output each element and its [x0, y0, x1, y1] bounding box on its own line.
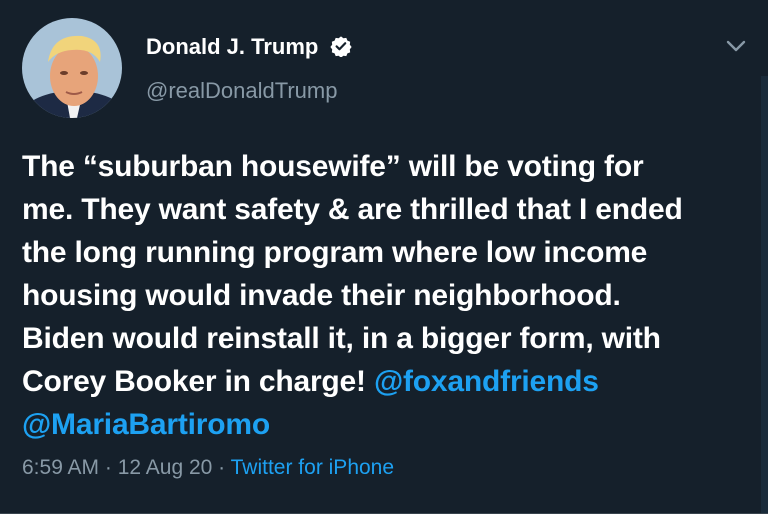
avatar-image — [22, 18, 122, 118]
tweet-line: the long running program where low incom… — [22, 236, 648, 269]
verified-badge-icon — [330, 36, 352, 57]
tweet-line: Biden would reinstall it, in a bigger fo… — [22, 322, 661, 355]
tweet-time[interactable]: 6:59 AM — [22, 456, 99, 479]
tweet-source-link[interactable]: Twitter for iPhone — [231, 456, 394, 479]
scrollbar[interactable] — [761, 76, 768, 514]
tweet-metadata: 6:59 AM · 12 Aug 20 · Twitter for iPhone — [22, 456, 394, 480]
mention-link-mariabartiromo[interactable]: @MariaBartiromo — [22, 408, 270, 441]
tweet-line-with-mention: Corey Booker in charge! @foxandfriends — [22, 360, 757, 403]
meta-separator: · — [99, 456, 118, 479]
tweet-line: me. They want safety & are thrilled that… — [22, 193, 683, 226]
tweet-line-mention: @MariaBartiromo — [22, 403, 757, 446]
chevron-down-icon[interactable] — [722, 34, 750, 58]
tweet-date[interactable]: 12 Aug 20 — [118, 456, 213, 479]
tweet-line: housing would invade their neighborhood. — [22, 279, 621, 312]
user-handle[interactable]: @realDonaldTrump — [146, 78, 337, 104]
mention-link-foxandfriends[interactable]: @foxandfriends — [374, 365, 599, 398]
meta-separator: · — [212, 456, 231, 479]
tweet-text: The “suburban housewife” will be voting … — [22, 145, 757, 446]
tweet-card: Donald J. Trump @realDonaldTrump The “su… — [0, 0, 768, 514]
avatar[interactable] — [22, 18, 122, 118]
tweet-line: Corey Booker in charge! — [22, 365, 374, 398]
tweet-line: The “suburban housewife” will be voting … — [22, 150, 644, 183]
display-name[interactable]: Donald J. Trump — [146, 34, 318, 60]
